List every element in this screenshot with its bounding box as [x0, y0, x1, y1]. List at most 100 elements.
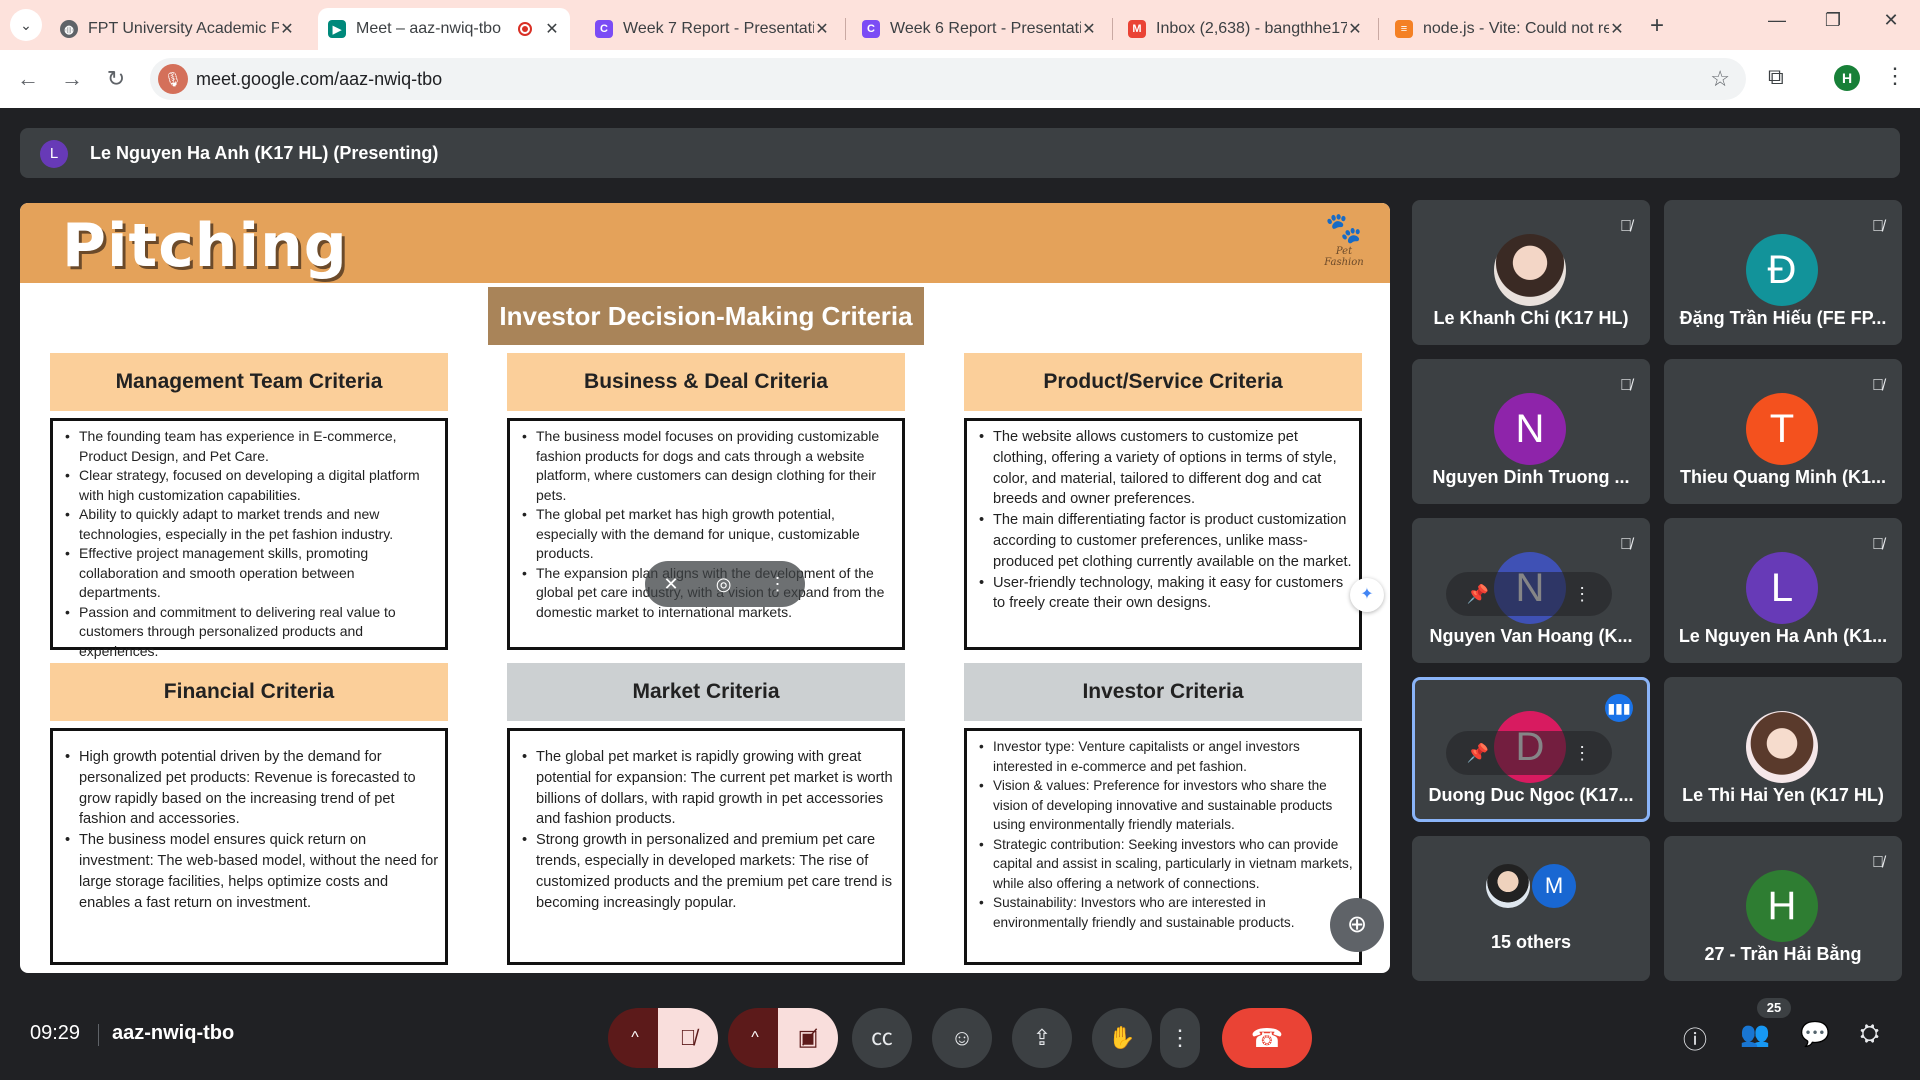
- reload-button[interactable]: ↻: [100, 63, 132, 95]
- present-screen-button[interactable]: ⇪: [1012, 1008, 1072, 1068]
- more-options-button[interactable]: ⋮: [1160, 1008, 1200, 1068]
- tab-stackoverflow[interactable]: ≡ node.js - Vite: Could not resolve ✕: [1385, 8, 1635, 50]
- close-icon[interactable]: ✕: [1609, 19, 1625, 39]
- close-icon[interactable]: ✕: [279, 19, 295, 39]
- mic-off-icon: 🎙̸: [1872, 854, 1884, 871]
- speaking-indicator-icon: ▮▮▮: [1605, 694, 1633, 722]
- leave-call-button[interactable]: ☎: [1222, 1008, 1312, 1068]
- restore-button[interactable]: ❐: [1808, 10, 1858, 31]
- management-criteria-list: The founding team has experience in E-co…: [63, 427, 439, 661]
- investor-criteria-box: Investor type: Venture capitalists or an…: [964, 728, 1362, 965]
- close-window-button[interactable]: ✕: [1866, 10, 1916, 31]
- participant-name: 27 - Trần Hải Bằng: [1704, 944, 1862, 964]
- gemini-sparkle-button[interactable]: ✦: [1350, 578, 1384, 612]
- microphone-toggle-button[interactable]: 🎙̸: [658, 1008, 718, 1068]
- back-button[interactable]: ←: [12, 63, 44, 95]
- tab-search-button[interactable]: ⌄: [10, 9, 42, 41]
- participant-tile[interactable]: H 🎙̸ 27 - Trần Hải Bằng: [1664, 836, 1902, 981]
- participant-name: Le Thi Hai Yen (K17 HL): [1682, 785, 1884, 805]
- participant-avatar: Đ: [1746, 234, 1818, 306]
- tab-meet[interactable]: ▶ Meet – aaz-nwiq-tbo ✕: [318, 8, 570, 50]
- participant-tile[interactable]: N 🎙̸ Nguyen Dinh Truong ...: [1412, 359, 1650, 504]
- participant-tile[interactable]: N 🎙̸ 📌 ⋮ Nguyen Van Hoang (K...: [1412, 518, 1650, 663]
- meet-window: L Le Nguyen Ha Anh (K17 HL) (Presenting)…: [0, 108, 1920, 1080]
- audio-settings-button[interactable]: ^: [608, 1008, 662, 1068]
- logo-label: Pet Fashion: [1324, 246, 1364, 268]
- presentation-hover-controls: ✕ ◎ ⋮: [645, 561, 805, 607]
- tab-fpt-portal[interactable]: ◍ FPT University Academic Portal ✕: [50, 8, 305, 50]
- business-criteria-box: The business model focuses on providing …: [507, 418, 905, 650]
- participant-tile[interactable]: 🎙̸ Le Khanh Chi (K17 HL): [1412, 200, 1650, 345]
- minimize-button[interactable]: —: [1752, 10, 1802, 31]
- browser-toolbar: ← → ↻ 🎙 meet.google.com/aaz-nwiq-tbo ☆ ⧉…: [0, 50, 1920, 108]
- forward-button[interactable]: →: [56, 63, 88, 95]
- participant-tile[interactable]: T 🎙̸ Thieu Quang Minh (K1...: [1664, 359, 1902, 504]
- tab-gmail-inbox[interactable]: M Inbox (2,638) - bangthhe17 ✕: [1118, 8, 1373, 50]
- participant-tile[interactable]: Đ 🎙̸ Đặng Trần Hiếu (FE FP...: [1664, 200, 1902, 345]
- camera-toggle-button[interactable]: ▣̸: [778, 1008, 838, 1068]
- tab-divider: [845, 18, 846, 40]
- arrow-left-icon: ←: [17, 66, 39, 91]
- more-options-icon[interactable]: ⋮: [1573, 743, 1591, 764]
- people-icon[interactable]: 👥: [1740, 1020, 1770, 1049]
- slide-subtitle: Investor Decision-Making Criteria: [488, 287, 924, 345]
- browser-menu-icon[interactable]: ⋮: [1884, 63, 1906, 89]
- chat-icon[interactable]: 💬: [1800, 1020, 1830, 1049]
- presenting-banner: L Le Nguyen Ha Anh (K17 HL) (Presenting): [20, 128, 1900, 178]
- close-icon[interactable]: ✕: [814, 19, 830, 39]
- participant-count-badge: 25: [1757, 998, 1791, 1018]
- profile-avatar[interactable]: H: [1834, 65, 1860, 91]
- investor-criteria-title: Investor Criteria: [964, 663, 1362, 721]
- financial-criteria-title: Financial Criteria: [50, 663, 448, 721]
- participant-tile[interactable]: L 🎙̸ Le Nguyen Ha Anh (K1...: [1664, 518, 1902, 663]
- close-icon[interactable]: ✕: [1347, 19, 1363, 39]
- bullet-item: User-friendly technology, making it easy…: [977, 573, 1353, 615]
- zoom-button[interactable]: ⊕: [1330, 898, 1384, 952]
- others-count-label: 15 others: [1490, 932, 1572, 952]
- call-end-icon: ☎: [1250, 1023, 1284, 1053]
- participant-tile-speaking[interactable]: D ▮▮▮ 📌 ⋮ Duong Duc Ngoc (K17...: [1412, 677, 1650, 822]
- extensions-puzzle-icon[interactable]: ⧉: [1768, 64, 1784, 90]
- bullet-item: Passion and commitment to delivering rea…: [63, 603, 439, 662]
- bookmark-star-icon[interactable]: ☆: [1710, 66, 1730, 92]
- more-options-icon[interactable]: ⋮: [768, 574, 786, 595]
- product-criteria-list: The website allows customers to customiz…: [977, 427, 1353, 614]
- close-icon[interactable]: ✕: [544, 19, 560, 39]
- restore-icon: ❐: [1824, 10, 1842, 30]
- tile-hover-controls: 📌 ⋮: [1446, 572, 1612, 616]
- chevron-up-icon: ^: [751, 1029, 759, 1046]
- reactions-button[interactable]: ☺: [932, 1008, 992, 1068]
- pin-icon[interactable]: 📌: [1467, 743, 1489, 764]
- reload-icon: ↻: [106, 66, 126, 91]
- close-icon: ✕: [1883, 10, 1899, 30]
- mic-off-icon: 🎙̸: [1620, 536, 1632, 553]
- divider: [98, 1024, 99, 1046]
- bullet-item: Ability to quickly adapt to market trend…: [63, 505, 439, 544]
- unpin-icon[interactable]: ✕: [664, 574, 679, 595]
- video-settings-button[interactable]: ^: [728, 1008, 782, 1068]
- raise-hand-button[interactable]: ✋: [1092, 1008, 1152, 1068]
- bullet-item: Strategic contribution: Seeking investor…: [977, 835, 1353, 894]
- participant-avatar: T: [1746, 393, 1818, 465]
- meeting-code: aaz-nwiq-tbo: [112, 1022, 235, 1044]
- tab-week7-report[interactable]: C Week 7 Report - Presentation ✕: [585, 8, 840, 50]
- tab-week6-report[interactable]: C Week 6 Report - Presentation ✕: [852, 8, 1107, 50]
- slide-title: Pitching: [62, 211, 348, 281]
- mute-presentation-icon[interactable]: ◎: [716, 574, 732, 595]
- close-icon[interactable]: ✕: [1081, 19, 1097, 39]
- others-tile[interactable]: M 15 others: [1412, 836, 1650, 981]
- more-options-icon[interactable]: ⋮: [1573, 584, 1591, 605]
- address-bar[interactable]: 🎙 meet.google.com/aaz-nwiq-tbo ☆: [150, 58, 1746, 100]
- captions-button[interactable]: ㏄: [852, 1008, 912, 1068]
- participant-tile[interactable]: Le Thi Hai Yen (K17 HL): [1664, 677, 1902, 822]
- microphone-in-use-icon[interactable]: 🎙: [158, 64, 188, 94]
- mic-off-icon: 🎙̸: [1620, 377, 1632, 394]
- participant-name: Le Nguyen Ha Anh (K1...: [1678, 626, 1888, 646]
- url-text[interactable]: meet.google.com/aaz-nwiq-tbo: [196, 69, 442, 90]
- activities-icon[interactable]: ⛭: [1860, 1020, 1879, 1048]
- mic-off-icon: 🎙̸: [1872, 377, 1884, 394]
- meeting-info-icon[interactable]: ⓘ: [1683, 1020, 1707, 1055]
- market-criteria-title: Market Criteria: [507, 663, 905, 721]
- pin-icon[interactable]: 📌: [1467, 584, 1489, 605]
- new-tab-button[interactable]: +: [1650, 12, 1664, 40]
